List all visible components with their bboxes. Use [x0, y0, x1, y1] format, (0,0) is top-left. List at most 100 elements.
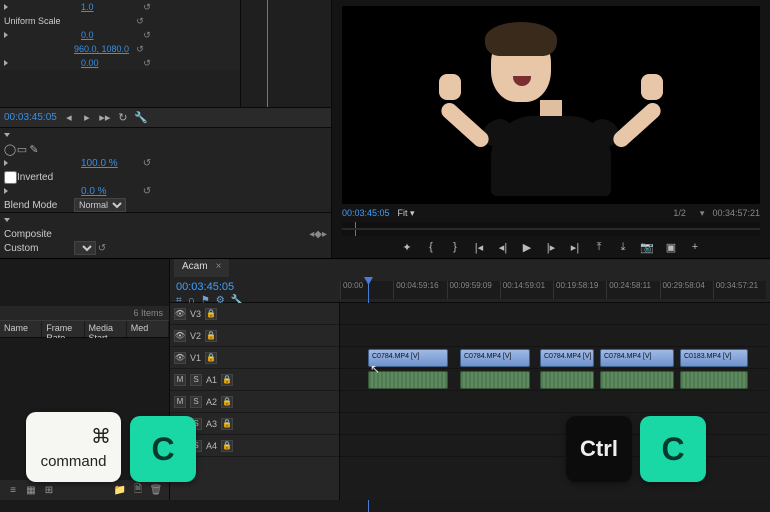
- anchor-value[interactable]: 960.0, 1080.0: [74, 44, 134, 54]
- effect-controls-time-remap: Composite◂◆▸ Custom↺: [0, 212, 331, 258]
- track-header-v3[interactable]: 👁V3🔒: [170, 303, 339, 325]
- keyframe-toggle-icon[interactable]: ↺: [96, 243, 108, 254]
- video-clip[interactable]: C0784.MP4 [V]: [540, 349, 594, 367]
- mute-icon[interactable]: M: [174, 396, 186, 408]
- new-bin-icon[interactable]: 📁: [113, 484, 127, 496]
- track-header-v2[interactable]: 👁V2🔒: [170, 325, 339, 347]
- custom-select[interactable]: [74, 241, 96, 255]
- video-clip[interactable]: C0183.MP4 [V]: [680, 349, 748, 367]
- col-name[interactable]: Name: [0, 321, 42, 337]
- icon-view-icon[interactable]: ▦: [24, 484, 38, 496]
- add-kf-icon[interactable]: ◆: [314, 229, 322, 240]
- audio-clip[interactable]: [368, 371, 448, 389]
- ellipse-mask-icon[interactable]: ◯: [4, 143, 16, 155]
- video-clip[interactable]: C0784.MP4 [V]: [368, 349, 448, 367]
- solo-icon[interactable]: S: [190, 396, 202, 408]
- timeline-timecode[interactable]: 00:03:45:05: [176, 281, 234, 293]
- keyframe-toggle-icon[interactable]: ↺: [141, 30, 153, 41]
- track-header-v1[interactable]: 👁V1🔒: [170, 347, 339, 369]
- monitor-scrub-bar[interactable]: [342, 222, 760, 236]
- export-frame-icon[interactable]: 📷: [640, 240, 654, 254]
- video-clip[interactable]: C0784.MP4 [V]: [600, 349, 674, 367]
- timeline-ruler[interactable]: 00:00 00:04:59:16 00:09:59:09 00:14:59:0…: [340, 281, 766, 299]
- lock-icon[interactable]: 🔒: [205, 330, 217, 342]
- opacity-value[interactable]: 100.0 %: [81, 158, 141, 169]
- track-toggle-icon[interactable]: 👁: [174, 330, 186, 342]
- play-icon[interactable]: ▶: [520, 240, 534, 254]
- new-item-icon[interactable]: 🗎: [131, 484, 145, 496]
- audio-clip[interactable]: [680, 371, 748, 389]
- rotation-value[interactable]: 0.0: [81, 30, 141, 40]
- next-kf-icon[interactable]: ▸: [322, 229, 327, 240]
- add-marker-icon[interactable]: ✦: [400, 240, 414, 254]
- monitor-zoom-label[interactable]: 1/2: [673, 208, 686, 218]
- custom-label: Custom: [4, 243, 74, 254]
- keyframe-toggle-icon[interactable]: ↺: [141, 186, 153, 197]
- lock-icon[interactable]: 🔒: [221, 396, 233, 408]
- monitor-transport-controls: ✦ { } |◂ ◂| ▶ |▸ ▸| ⤒ ⤓ 📷 ▣ +: [332, 236, 770, 258]
- solo-icon[interactable]: S: [190, 374, 202, 386]
- lock-icon[interactable]: 🔒: [221, 440, 233, 452]
- monitor-timecode[interactable]: 00:03:45:05: [342, 208, 390, 218]
- trash-icon[interactable]: 🗑: [149, 484, 163, 496]
- track-v1: C0784.MP4 [V] C0784.MP4 [V] C0784.MP4 [V…: [340, 347, 770, 369]
- extract-icon[interactable]: ⤓: [616, 240, 630, 254]
- list-view-icon[interactable]: ≡: [6, 484, 20, 496]
- loop-icon[interactable]: ↻: [117, 112, 129, 124]
- wrench-icon[interactable]: 🔧: [135, 112, 147, 124]
- playhead-line[interactable]: [267, 0, 268, 107]
- audio-clip[interactable]: [460, 371, 530, 389]
- lock-icon[interactable]: 🔒: [221, 374, 233, 386]
- audio-clip[interactable]: [540, 371, 594, 389]
- mark-in-icon[interactable]: {: [424, 240, 438, 254]
- monitor-fit-dropdown[interactable]: Fit ▾: [398, 208, 415, 219]
- project-columns-header[interactable]: Name Frame Rate Media Start Med: [0, 320, 169, 338]
- lock-icon[interactable]: 🔒: [205, 308, 217, 320]
- track-toggle-icon[interactable]: 👁: [174, 352, 186, 364]
- lift-icon[interactable]: ⤒: [592, 240, 606, 254]
- mark-out-icon[interactable]: }: [448, 240, 462, 254]
- feather-value[interactable]: 0.0 %: [81, 186, 141, 197]
- rect-mask-icon[interactable]: ▭: [16, 143, 28, 155]
- comparison-icon[interactable]: ▣: [664, 240, 678, 254]
- col-frame-rate[interactable]: Frame Rate: [42, 321, 84, 337]
- track-header-a2[interactable]: MSA2🔒: [170, 391, 339, 413]
- keyframe-toggle-icon[interactable]: ↺: [134, 16, 146, 27]
- video-clip[interactable]: C0784.MP4 [V]: [460, 349, 530, 367]
- prev-keyframe-icon[interactable]: ◂: [63, 112, 75, 124]
- lock-icon[interactable]: 🔒: [205, 352, 217, 364]
- keyframe-toggle-icon[interactable]: ↺: [134, 44, 146, 55]
- efc-timecode[interactable]: 00:03:45:05: [4, 112, 57, 123]
- go-to-in-icon[interactable]: |◂: [472, 240, 486, 254]
- lock-icon[interactable]: 🔒: [221, 418, 233, 430]
- close-icon[interactable]: ×: [216, 261, 222, 272]
- col-med[interactable]: Med: [127, 321, 169, 337]
- track-header-a1[interactable]: MSA1🔒: [170, 369, 339, 391]
- col-media-start[interactable]: Media Start: [85, 321, 127, 337]
- scale-value[interactable]: 1.0: [81, 2, 141, 12]
- keycap-c-win: C: [640, 416, 706, 482]
- audio-clip[interactable]: [600, 371, 674, 389]
- sequence-tab[interactable]: Acam×: [174, 259, 229, 277]
- monitor-playhead[interactable]: [355, 222, 356, 236]
- keyframe-toggle-icon[interactable]: ↺: [141, 2, 153, 13]
- play-icon[interactable]: ▸: [81, 112, 93, 124]
- step-fwd-icon[interactable]: |▸: [544, 240, 558, 254]
- effect-controls-graph[interactable]: [240, 0, 331, 107]
- project-footer: ≡ ▦ ⊞ 📁 🗎 🗑: [0, 480, 169, 500]
- composite-label: Composite: [4, 229, 74, 240]
- freeform-view-icon[interactable]: ⊞: [42, 484, 56, 496]
- inverted-checkbox[interactable]: [4, 171, 17, 184]
- keyframe-toggle-icon[interactable]: ↺: [141, 58, 153, 69]
- mute-icon[interactable]: M: [174, 374, 186, 386]
- program-monitor[interactable]: [342, 6, 760, 204]
- keyframe-toggle-icon[interactable]: ↺: [141, 158, 153, 169]
- go-to-out-icon[interactable]: ▸|: [568, 240, 582, 254]
- pen-mask-icon[interactable]: ✎: [28, 143, 40, 155]
- anti-flicker-value[interactable]: 0.00: [81, 58, 141, 68]
- step-back-icon[interactable]: ◂|: [496, 240, 510, 254]
- next-keyframe-icon[interactable]: ▸▸: [99, 112, 111, 124]
- blend-mode-select[interactable]: Normal: [74, 198, 126, 212]
- settings-icon[interactable]: +: [688, 240, 702, 254]
- track-toggle-icon[interactable]: 👁: [174, 308, 186, 320]
